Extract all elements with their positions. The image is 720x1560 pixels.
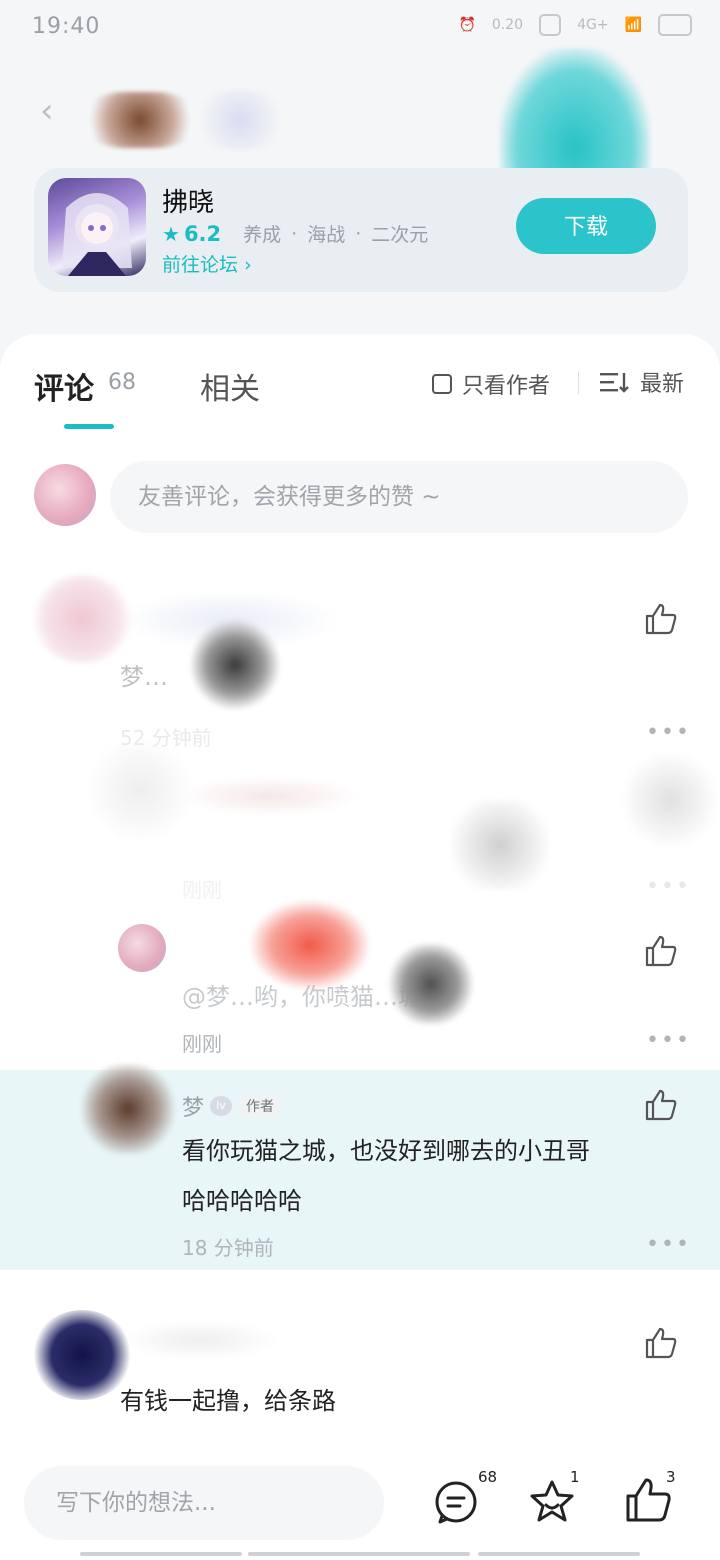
more-icon[interactable]: ••• (646, 874, 691, 899)
comment-time: 18 分钟前 (182, 1236, 274, 1260)
like-icon[interactable] (644, 1326, 678, 1360)
net-speed: 0.20 (491, 17, 524, 33)
avatar[interactable] (32, 1310, 132, 1400)
like-icon[interactable] (644, 1088, 678, 1122)
sort-icon (600, 373, 629, 393)
redacted-subtitle (190, 90, 290, 150)
redacted-text (190, 620, 280, 710)
author-only-label: 只看作者 (462, 374, 551, 399)
author-only-toggle[interactable]: 只看作者 (432, 368, 550, 400)
redacted-text (386, 944, 476, 1024)
comment-count: 68 (478, 1468, 498, 1486)
scroll-indicator (248, 1552, 470, 1556)
app-rating: 6.2 (183, 221, 222, 246)
avatar[interactable] (118, 924, 166, 972)
forum-link-label: 前往论坛 (162, 254, 239, 276)
download-button[interactable]: 下载 (516, 198, 656, 254)
app-icon-art (62, 193, 132, 276)
more-icon[interactable]: ••• (646, 720, 691, 745)
app-name: 拂晓 (162, 188, 215, 218)
redacted-text (440, 800, 560, 890)
forum-link[interactable]: 前往论坛 › (162, 250, 252, 277)
level-badge-icon: lv (210, 1096, 233, 1116)
status-bar: 19:40 ⏰ 0.20 4G+ 📶 (0, 0, 720, 56)
alarm-icon: ⏰ (458, 17, 476, 33)
tab-related[interactable]: 相关 (200, 364, 260, 408)
star-icon: ★ (162, 221, 180, 246)
signal-label: 4G+ (577, 17, 609, 33)
separator-dot: · (355, 222, 362, 245)
more-icon[interactable]: ••• (646, 1028, 691, 1053)
comment-time: 刚刚 (182, 878, 222, 902)
thought-input[interactable]: 写下你的想法... (24, 1466, 384, 1540)
status-icons: ⏰ 0.20 4G+ 📶 (458, 14, 692, 36)
comment-text: 有钱一起撸，给条路 (120, 1387, 336, 1415)
active-tab-indicator (64, 424, 114, 429)
checkbox-icon (432, 374, 452, 394)
redacted-title (80, 92, 200, 148)
app-tag: 二次元 (371, 224, 429, 246)
scroll-indicator (478, 1552, 640, 1556)
favorite-count: 1 (570, 1468, 580, 1486)
redacted-username (180, 776, 360, 816)
scroll-indicator (80, 1552, 242, 1556)
comment-text-line: 看你玩猫之城，也没好到哪去的小丑哥 (182, 1137, 590, 1165)
hd-icon (539, 14, 562, 36)
like-count: 3 (666, 1468, 676, 1486)
like-icon[interactable] (644, 602, 678, 636)
sort-button[interactable]: 最新 (600, 366, 684, 398)
wifi-icon: 📶 (624, 17, 642, 33)
app-icon[interactable] (48, 178, 146, 276)
comment-header: 梦 lv 作者 (182, 1090, 283, 1122)
tab-comments-count: 68 (108, 370, 136, 395)
redacted-username (120, 1320, 280, 1360)
comment-input[interactable]: 友善评论，会获得更多的赞 ~ (110, 461, 688, 533)
tab-comments[interactable]: 评论 (34, 364, 94, 408)
redacted-like (620, 750, 720, 850)
comment-text: 梦… (120, 663, 168, 691)
back-icon[interactable]: ‹ (40, 94, 70, 128)
more-icon[interactable]: ••• (646, 1232, 691, 1257)
app-tag: 海战 (307, 224, 346, 246)
username[interactable]: 梦 (182, 1090, 204, 1122)
app-meta-row: ★ 6.2 养成 · 海战 · 二次元 (162, 220, 434, 247)
battery-icon (658, 14, 692, 36)
sort-label: 最新 (640, 372, 685, 397)
like-icon[interactable] (644, 934, 678, 968)
author-badge: 作者 (238, 1095, 283, 1117)
app-tag: 养成 (243, 224, 282, 246)
like-icon[interactable] (624, 1476, 672, 1524)
status-time: 19:40 (32, 14, 101, 39)
comment-time: 刚刚 (182, 1032, 222, 1056)
avatar[interactable] (32, 574, 132, 664)
favorite-icon[interactable] (528, 1478, 576, 1526)
comment-icon[interactable] (432, 1478, 480, 1526)
avatar[interactable] (78, 1064, 178, 1154)
divider (578, 372, 579, 394)
chevron-right-icon: › (244, 254, 252, 276)
my-avatar (34, 464, 96, 526)
comment-text-line: 哈哈哈哈哈 (182, 1187, 302, 1215)
separator-dot: · (291, 222, 298, 245)
